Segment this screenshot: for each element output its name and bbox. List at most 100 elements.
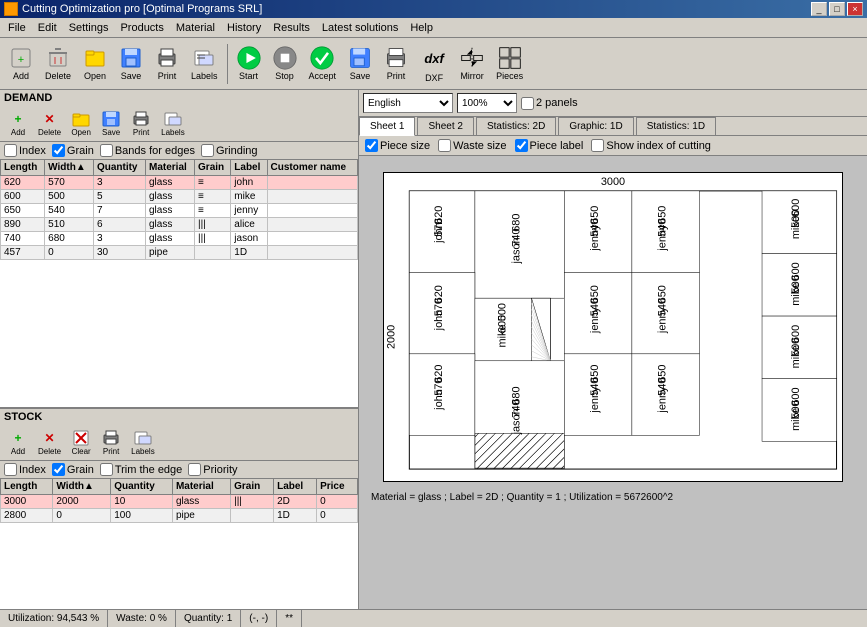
- col-grain[interactable]: Grain: [195, 160, 231, 176]
- col-quantity[interactable]: Quantity: [93, 160, 145, 176]
- piece-size-option[interactable]: Piece size: [365, 139, 430, 152]
- demand-save-button[interactable]: Save: [97, 108, 125, 139]
- two-panel-checkbox[interactable]: [521, 97, 534, 110]
- col-length[interactable]: Length: [1, 160, 45, 176]
- demand-print-button[interactable]: Print: [127, 108, 155, 139]
- stock-trim-option[interactable]: Trim the edge: [100, 463, 182, 476]
- print-button[interactable]: Print: [150, 43, 184, 84]
- stock-grain-checkbox[interactable]: [52, 463, 65, 476]
- tab-stats-1d[interactable]: Statistics: 1D: [636, 117, 716, 135]
- stock-priority-option[interactable]: Priority: [188, 463, 237, 476]
- piece-label-option[interactable]: Piece label: [515, 139, 584, 152]
- stock-priority-checkbox[interactable]: [188, 463, 201, 476]
- add-demand-button[interactable]: + Add: [4, 43, 38, 84]
- stock-col-quantity[interactable]: Quantity: [111, 479, 173, 495]
- menu-history[interactable]: History: [221, 20, 267, 36]
- show-index-checkbox[interactable]: [591, 139, 604, 152]
- stock-add-button[interactable]: + Add: [4, 427, 32, 458]
- delete-button[interactable]: Delete: [40, 43, 76, 84]
- menu-settings[interactable]: Settings: [63, 20, 115, 36]
- demand-index-option[interactable]: Index: [4, 144, 46, 157]
- stock-col-price[interactable]: Price: [317, 479, 358, 495]
- sheet-view[interactable]: 3000 2000 570 620 john 740: [359, 156, 867, 609]
- stock-clear-button[interactable]: Clear: [67, 427, 95, 458]
- col-width[interactable]: Width▲: [45, 160, 94, 176]
- piece-size-checkbox[interactable]: [365, 139, 378, 152]
- demand-delete-button[interactable]: ✕ Delete: [34, 108, 65, 139]
- piece-label-checkbox[interactable]: [515, 139, 528, 152]
- menu-material[interactable]: Material: [170, 20, 221, 36]
- menu-help[interactable]: Help: [404, 20, 439, 36]
- stock-col-label[interactable]: Label: [274, 479, 317, 495]
- save2-button[interactable]: Save: [343, 43, 377, 84]
- stock-grain-option[interactable]: Grain: [52, 463, 94, 476]
- language-select[interactable]: English: [363, 93, 453, 113]
- coordinates-status: (-, -): [241, 610, 277, 627]
- stock-trim-checkbox[interactable]: [100, 463, 113, 476]
- tab-sheet2[interactable]: Sheet 2: [417, 117, 473, 135]
- tab-stats-2d[interactable]: Statistics: 2D: [476, 117, 556, 135]
- demand-row[interactable]: 7406803glass|||jason: [1, 232, 358, 246]
- stock-print-button[interactable]: Print: [97, 427, 125, 458]
- close-button[interactable]: ×: [847, 2, 863, 16]
- menu-results[interactable]: Results: [267, 20, 316, 36]
- stock-table-container[interactable]: Length Width▲ Quantity Material Grain La…: [0, 478, 358, 609]
- dxf-button[interactable]: dxf DXF: [415, 41, 453, 86]
- demand-row[interactable]: 6205703glass≡john: [1, 176, 358, 190]
- accept-button[interactable]: Accept: [304, 43, 342, 84]
- stock-index-checkbox[interactable]: [4, 463, 17, 476]
- demand-open-button[interactable]: Open: [67, 108, 95, 139]
- col-material[interactable]: Material: [146, 160, 195, 176]
- show-index-option[interactable]: Show index of cutting: [591, 139, 711, 152]
- demand-labels-button[interactable]: Labels: [157, 108, 189, 139]
- demand-bands-option[interactable]: Bands for edges: [100, 144, 195, 157]
- save-button[interactable]: Save: [114, 43, 148, 84]
- col-customer[interactable]: Customer name: [267, 160, 357, 176]
- window-controls[interactable]: _ □ ×: [811, 2, 863, 16]
- demand-bands-checkbox[interactable]: [100, 144, 113, 157]
- stock-col-material[interactable]: Material: [172, 479, 230, 495]
- demand-row[interactable]: 6005005glass≡mike: [1, 190, 358, 204]
- demand-row[interactable]: 8905106glass|||alice: [1, 218, 358, 232]
- waste-size-checkbox[interactable]: [438, 139, 451, 152]
- menu-products[interactable]: Products: [114, 20, 169, 36]
- stock-col-length[interactable]: Length: [1, 479, 53, 495]
- demand-add-button[interactable]: + Add: [4, 108, 32, 139]
- demand-table-container[interactable]: Length Width▲ Quantity Material Grain La…: [0, 159, 358, 407]
- col-label[interactable]: Label: [231, 160, 267, 176]
- waste-size-option[interactable]: Waste size: [438, 139, 506, 152]
- tab-graphic-1d[interactable]: Graphic: 1D: [558, 117, 633, 135]
- maximize-button[interactable]: □: [829, 2, 845, 16]
- mirror-button[interactable]: Mirror: [455, 43, 489, 84]
- svg-text:620: 620: [433, 365, 445, 383]
- demand-grain-option[interactable]: Grain: [52, 144, 94, 157]
- menu-edit[interactable]: Edit: [32, 20, 63, 36]
- stock-index-option[interactable]: Index: [4, 463, 46, 476]
- menu-file[interactable]: File: [2, 20, 32, 36]
- demand-index-checkbox[interactable]: [4, 144, 17, 157]
- stock-labels-button[interactable]: Labels: [127, 427, 159, 458]
- control-row: English 100% 2 panels: [359, 90, 867, 117]
- tab-sheet1[interactable]: Sheet 1: [359, 117, 415, 136]
- save2-label: Save: [350, 71, 371, 81]
- demand-grinding-option[interactable]: Grinding: [201, 144, 258, 157]
- stop-button[interactable]: Stop: [268, 43, 302, 84]
- print2-button[interactable]: Print: [379, 43, 413, 84]
- stock-delete-button[interactable]: ✕ Delete: [34, 427, 65, 458]
- pieces-button[interactable]: Pieces: [491, 43, 528, 84]
- stock-row[interactable]: 3000200010glass|||2D0: [1, 495, 358, 509]
- menu-latest-solutions[interactable]: Latest solutions: [316, 20, 404, 36]
- two-panel-option[interactable]: 2 panels: [521, 97, 578, 110]
- demand-row[interactable]: 457030pipe1D: [1, 246, 358, 260]
- labels-button[interactable]: Labels: [186, 43, 223, 84]
- minimize-button[interactable]: _: [811, 2, 827, 16]
- zoom-select[interactable]: 100%: [457, 93, 517, 113]
- stock-col-width[interactable]: Width▲: [53, 479, 111, 495]
- open-button[interactable]: Open: [78, 43, 112, 84]
- demand-row[interactable]: 6505407glass≡jenny: [1, 204, 358, 218]
- start-button[interactable]: Start: [232, 43, 266, 84]
- demand-grain-checkbox[interactable]: [52, 144, 65, 157]
- stock-col-grain[interactable]: Grain: [231, 479, 274, 495]
- demand-grinding-checkbox[interactable]: [201, 144, 214, 157]
- stock-row[interactable]: 28000100pipe1D0: [1, 509, 358, 523]
